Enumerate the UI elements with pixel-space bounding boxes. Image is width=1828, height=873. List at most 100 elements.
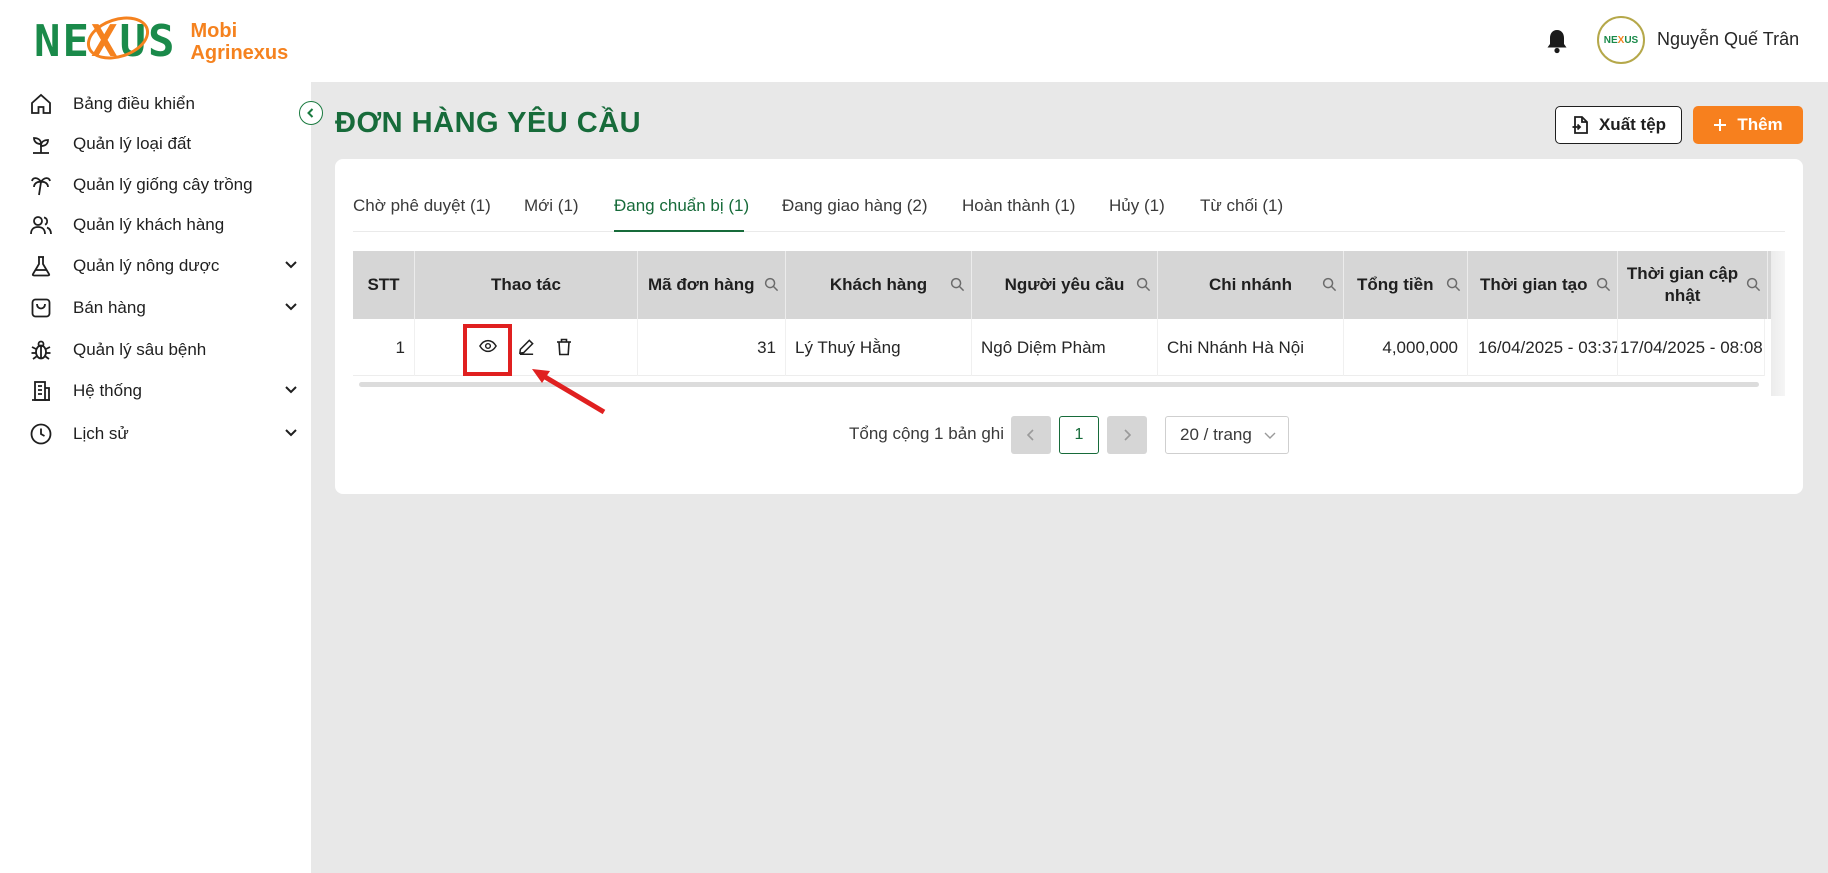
column-header-label: Mã đơn hàng bbox=[648, 275, 755, 294]
column-header-stt: STT bbox=[353, 251, 415, 319]
next-page-button[interactable] bbox=[1107, 416, 1147, 454]
cell-branch: Chi Nhánh Hà Nội bbox=[1158, 319, 1344, 376]
sidebar-item-pesticides[interactable]: Quản lý nông dược bbox=[28, 250, 298, 282]
tab-preparing[interactable]: Đang chuẩn bị (1) bbox=[614, 196, 749, 216]
chevron-left-icon bbox=[1026, 429, 1034, 441]
chevron-down-icon bbox=[285, 429, 297, 437]
brand-logo[interactable]: NEXUS Mobi Agrinexus bbox=[34, 9, 288, 70]
search-icon[interactable] bbox=[1136, 277, 1151, 292]
plus-icon bbox=[1714, 119, 1727, 131]
edit-icon[interactable] bbox=[518, 338, 535, 355]
logo-mark: NEXUS bbox=[34, 9, 176, 70]
sidebar-item-label: Quản lý giống cây trồng bbox=[73, 175, 253, 194]
sidebar-item-pests[interactable]: Quản lý sâu bệnh bbox=[28, 334, 298, 366]
sidebar-item-label: Bán hàng bbox=[73, 298, 146, 317]
page-size-value: 20 / trang bbox=[1180, 425, 1252, 444]
top-header: NEXUS Mobi Agrinexus NE X US Nguyễn Quế Tr… bbox=[0, 0, 1828, 82]
table-scroll-shadow bbox=[1771, 251, 1785, 396]
sidebar-item-crop-varieties[interactable]: Quản lý giống cây trồng bbox=[28, 169, 298, 201]
search-icon[interactable] bbox=[1322, 277, 1337, 292]
sidebar-item-label: Bảng điều khiển bbox=[73, 94, 195, 113]
tab-new[interactable]: Mới (1) bbox=[524, 196, 579, 216]
sidebar-collapse-button[interactable] bbox=[299, 101, 323, 125]
avatar[interactable]: NE X US bbox=[1597, 16, 1645, 64]
column-header-label: Chi nhánh bbox=[1208, 275, 1293, 294]
sidebar-item-system[interactable]: Hệ thống bbox=[28, 375, 298, 407]
previous-page-button[interactable] bbox=[1011, 416, 1051, 454]
column-header-requester: Người yêu cầu bbox=[972, 251, 1158, 319]
column-header-branch: Chi nhánh bbox=[1158, 251, 1344, 319]
export-icon bbox=[1572, 116, 1588, 134]
sidebar-item-label: Quản lý sâu bệnh bbox=[73, 340, 207, 359]
column-header-label: Khách hàng bbox=[829, 275, 928, 294]
tab-rejected[interactable]: Từ chối (1) bbox=[1200, 196, 1283, 216]
search-icon[interactable] bbox=[764, 277, 779, 292]
brand-name: Mobi Agrinexus bbox=[190, 20, 288, 64]
search-icon[interactable] bbox=[1596, 277, 1611, 292]
shopping-bag-icon bbox=[28, 295, 54, 321]
clock-icon bbox=[28, 421, 54, 447]
chevron-left-icon bbox=[307, 108, 314, 118]
chevron-down-icon bbox=[1264, 432, 1276, 439]
column-header-label: Thời gian cập nhật bbox=[1626, 264, 1739, 305]
column-header-order-id: Mã đơn hàng bbox=[638, 251, 786, 319]
bell-icon[interactable] bbox=[1545, 28, 1569, 54]
sidebar-item-history[interactable]: Lịch sử bbox=[28, 418, 298, 450]
users-icon bbox=[28, 212, 54, 238]
sprout-icon bbox=[28, 131, 54, 157]
chevron-down-icon bbox=[285, 303, 297, 311]
bug-icon bbox=[28, 337, 54, 363]
pagination-total: Tổng cộng 1 bản ghi bbox=[849, 424, 1005, 443]
tab-cancelled[interactable]: Hủy (1) bbox=[1109, 196, 1165, 216]
search-icon[interactable] bbox=[1746, 277, 1761, 292]
page-number-button[interactable]: 1 bbox=[1059, 416, 1099, 454]
column-header-label: Thao tác bbox=[491, 275, 561, 294]
column-header-created: Thời gian tạo bbox=[1468, 251, 1618, 319]
status-tabs: Chờ phê duyệt (1) Mới (1) Đang chuẩn bị … bbox=[353, 192, 1785, 232]
cell-customer: Lý Thuý Hằng bbox=[786, 319, 972, 376]
delete-icon[interactable] bbox=[556, 338, 572, 356]
sidebar-item-customers[interactable]: Quản lý khách hàng bbox=[28, 209, 298, 241]
active-tab-indicator bbox=[614, 230, 744, 232]
sidebar-item-soil-types[interactable]: Quản lý loại đất bbox=[28, 128, 298, 160]
sidebar-item-label: Quản lý khách hàng bbox=[73, 215, 225, 234]
cell-order-id: 31 bbox=[638, 319, 786, 376]
cell-stt: 1 bbox=[353, 319, 415, 376]
sidebar-item-dashboard[interactable]: Bảng điều khiển bbox=[28, 88, 298, 120]
table-header: STT Thao tác Mã đơn hàng Khách hàng Ngườ… bbox=[353, 251, 1785, 319]
column-header-actions: Thao tác bbox=[415, 251, 638, 319]
cell-total: 4,000,000 bbox=[1344, 319, 1468, 376]
building-icon bbox=[28, 378, 54, 404]
chevron-down-icon bbox=[285, 386, 297, 394]
add-button-label: Thêm bbox=[1737, 115, 1783, 134]
export-button-label: Xuất tệp bbox=[1598, 115, 1667, 134]
highlight-box bbox=[463, 324, 512, 376]
brand-name-line1: Mobi bbox=[190, 20, 238, 42]
palm-tree-icon bbox=[28, 172, 54, 198]
tab-delivering[interactable]: Đang giao hàng (2) bbox=[782, 196, 928, 216]
tab-pending-approval[interactable]: Chờ phê duyệt (1) bbox=[353, 196, 491, 216]
column-header-customer: Khách hàng bbox=[786, 251, 972, 319]
sidebar-item-sales[interactable]: Bán hàng bbox=[28, 292, 298, 324]
export-button[interactable]: Xuất tệp bbox=[1555, 106, 1682, 144]
add-button[interactable]: Thêm bbox=[1693, 106, 1803, 144]
column-header-label: Tổng tiền bbox=[1357, 275, 1434, 294]
column-header-label: Thời gian tạo bbox=[1480, 275, 1588, 294]
cell-updated: 17/04/2025 - 08:08 bbox=[1618, 319, 1765, 376]
sidebar-item-label: Quản lý nông dược bbox=[73, 256, 220, 275]
page-size-select[interactable]: 20 / trang bbox=[1165, 416, 1289, 454]
search-icon[interactable] bbox=[950, 277, 965, 292]
cell-requester: Ngô Diệm Phàm bbox=[972, 319, 1158, 376]
brand-name-line2: Agrinexus bbox=[190, 42, 289, 64]
tab-completed[interactable]: Hoàn thành (1) bbox=[962, 196, 1075, 216]
arrow-annotation bbox=[532, 369, 606, 415]
chevron-down-icon bbox=[285, 261, 297, 269]
page-title: ĐƠN HÀNG YÊU CẦU bbox=[335, 107, 642, 139]
column-header-label: Người yêu cầu bbox=[1004, 275, 1125, 294]
column-header-updated: Thời gian cập nhật bbox=[1618, 251, 1768, 319]
column-header-label: STT bbox=[367, 275, 400, 294]
user-name[interactable]: Nguyễn Quế Trân bbox=[1657, 29, 1799, 50]
column-header-total: Tổng tiền bbox=[1344, 251, 1468, 319]
chevron-right-icon bbox=[1124, 429, 1132, 441]
search-icon[interactable] bbox=[1446, 277, 1461, 292]
